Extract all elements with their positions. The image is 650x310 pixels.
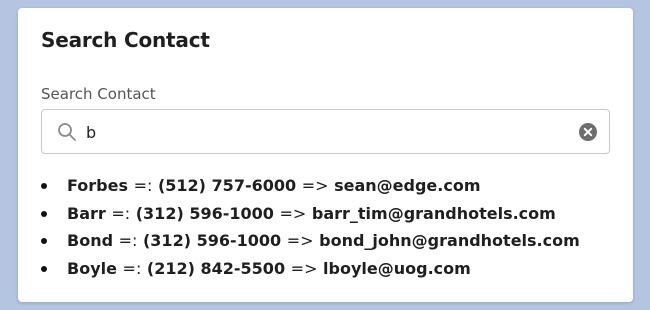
phone-separator: =: <box>118 231 138 250</box>
bullet <box>41 238 47 244</box>
contact-phone: (212) 842-5500 <box>146 258 286 278</box>
contact-name: Boyle <box>67 258 117 278</box>
phone-separator: =: <box>133 176 153 195</box>
bullet <box>41 265 47 272</box>
search-contact-card: Search Contact Search Contact Forbes =: … <box>18 8 633 302</box>
contact-email: barr_tim@grandhotels.com <box>311 203 556 223</box>
contact-phone: (312) 596-1000 <box>142 231 282 250</box>
search-icon <box>58 123 76 141</box>
phone-separator: =: <box>111 203 131 223</box>
contact-name: Bond <box>67 231 114 250</box>
phone-separator: =: <box>122 258 142 278</box>
card-title: Search Contact <box>41 28 210 52</box>
contact-email: bond_john@grandhotels.com <box>319 231 580 250</box>
contact-name: Barr <box>67 203 106 223</box>
search-box[interactable] <box>41 109 610 154</box>
email-separator: => <box>301 176 329 195</box>
search-field-label: Search Contact <box>41 85 156 103</box>
email-separator: => <box>286 231 314 250</box>
list-item: Barr =: (312) 596-1000 => barr_tim@grand… <box>41 200 580 228</box>
list-item: Forbes =: (512) 757-6000 => sean@edge.co… <box>41 172 580 200</box>
contact-results-list: Forbes =: (512) 757-6000 => sean@edge.co… <box>18 172 580 282</box>
contact-email: lboyle@uog.com <box>323 258 471 278</box>
bullet <box>41 183 47 189</box>
email-separator: => <box>290 258 318 278</box>
email-separator: => <box>279 203 307 223</box>
clear-icon[interactable] <box>579 123 597 141</box>
bullet <box>41 210 47 217</box>
contact-email: sean@edge.com <box>334 176 481 195</box>
search-input[interactable] <box>86 118 556 146</box>
list-item: Boyle =: (212) 842-5500 => lboyle@uog.co… <box>41 255 580 283</box>
contact-phone: (512) 757-6000 <box>157 176 297 195</box>
contact-phone: (312) 596-1000 <box>135 203 274 223</box>
list-item: Bond =: (312) 596-1000 => bond_john@gran… <box>41 227 580 255</box>
contact-name: Forbes <box>67 176 128 195</box>
